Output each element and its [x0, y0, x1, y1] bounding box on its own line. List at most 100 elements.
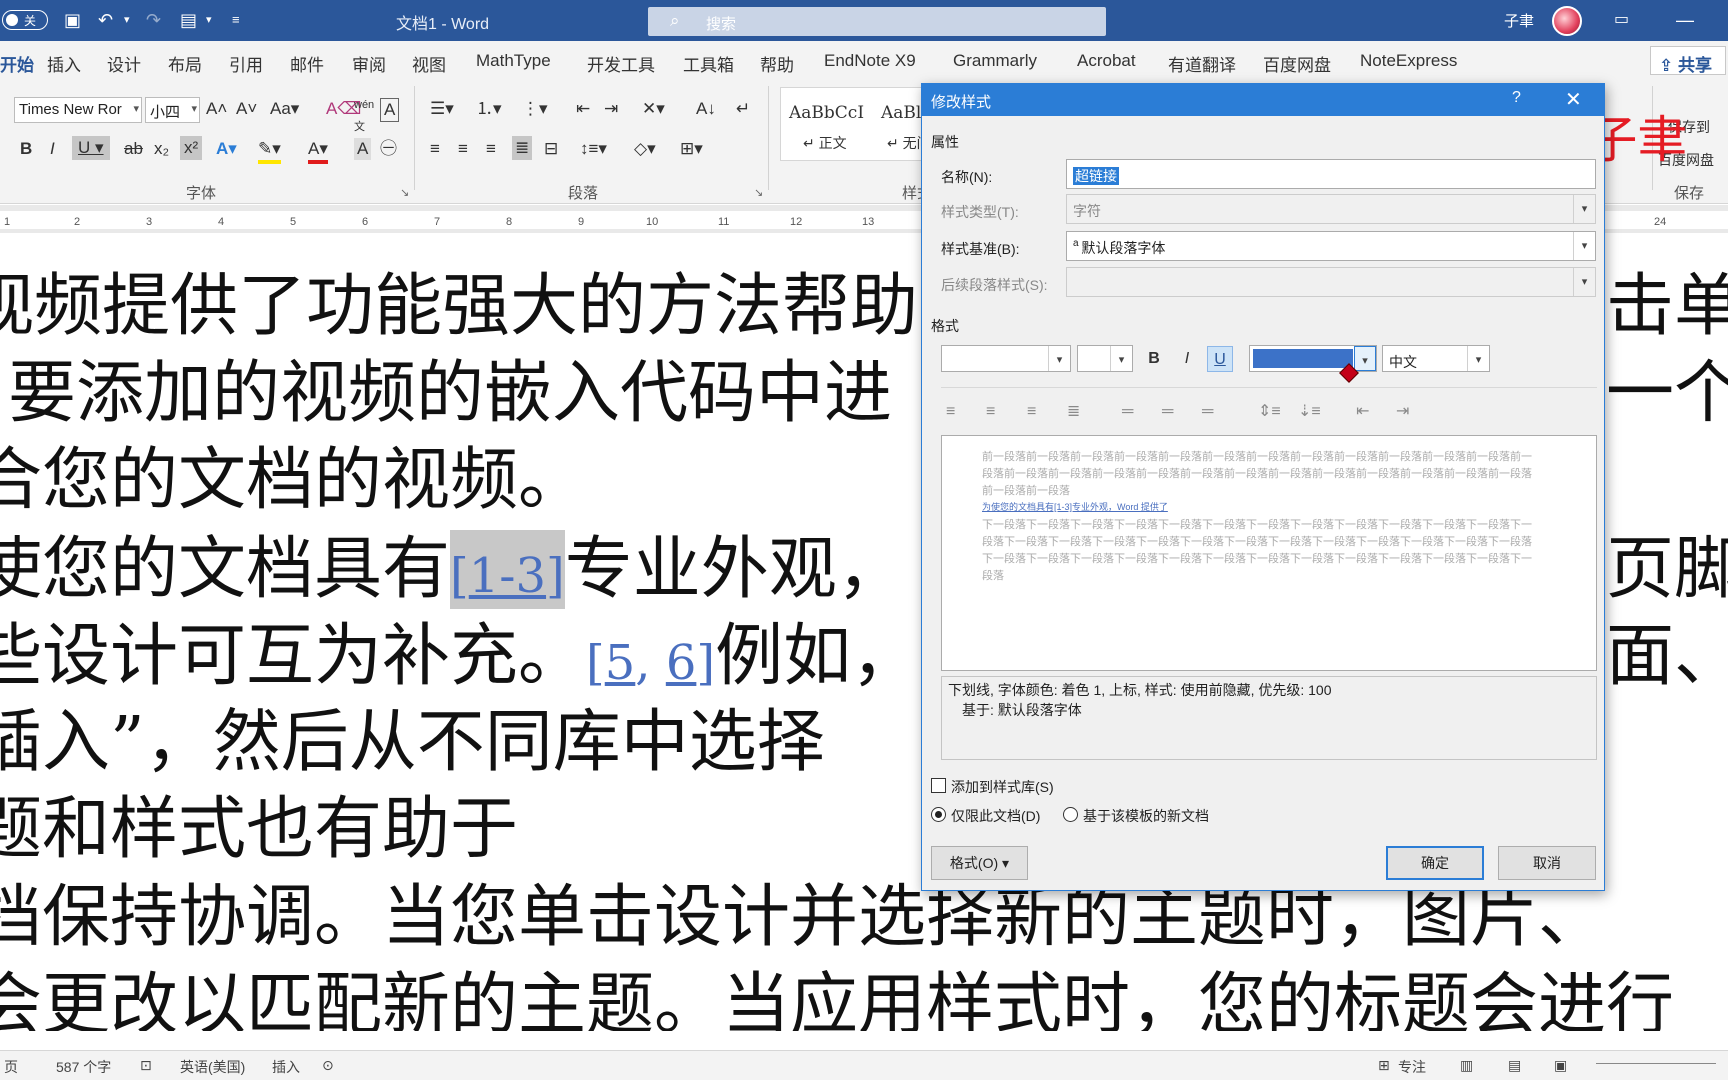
tab-mathtype[interactable]: MathType: [476, 51, 551, 71]
tab-layout[interactable]: 布局: [168, 51, 202, 76]
decrease-spacing-icon[interactable]: ⇣≡: [1298, 401, 1321, 423]
macro-icon[interactable]: ⊙: [322, 1057, 334, 1074]
search-box[interactable]: ⌕ 搜索: [648, 7, 1106, 36]
shrink-font-icon[interactable]: A˅: [236, 98, 257, 120]
char-shading-icon[interactable]: A: [354, 138, 372, 160]
ok-button[interactable]: 确定: [1386, 846, 1484, 880]
style-type-select[interactable]: 字符 ▾: [1066, 194, 1596, 224]
word-count[interactable]: 587 个字: [56, 1057, 111, 1077]
redo-icon[interactable]: ↷: [146, 9, 161, 31]
citation-selected[interactable]: [1-3]: [450, 530, 565, 609]
tab-youdao[interactable]: 有道翻译: [1168, 51, 1236, 76]
chinese-layout-icon[interactable]: ✕▾: [642, 98, 665, 120]
change-case-icon[interactable]: Aa▾: [270, 98, 299, 120]
align-right-icon[interactable]: ≡: [486, 138, 496, 160]
undo-icon[interactable]: ↶: [98, 9, 113, 31]
grow-font-icon[interactable]: A˄: [206, 98, 227, 120]
bold-icon[interactable]: B: [20, 138, 32, 160]
align-center-icon[interactable]: ≡: [458, 138, 468, 160]
user-name[interactable]: 子聿: [1504, 10, 1534, 31]
proofing-icon[interactable]: ⊡: [140, 1057, 152, 1074]
paragraph-dialog-launcher-icon[interactable]: ↘: [754, 182, 763, 204]
borders-icon[interactable]: ⊞▾: [680, 138, 703, 160]
phonetic-guide-icon[interactable]: wén 文: [354, 94, 374, 138]
font-size-combo[interactable]: 小四 ▾: [145, 97, 200, 123]
bold-button[interactable]: B: [1141, 346, 1167, 372]
avatar[interactable]: [1552, 6, 1582, 36]
increase-indent-icon[interactable]: ⇥: [604, 98, 618, 120]
tab-help[interactable]: 帮助: [760, 51, 794, 76]
next-style-select[interactable]: ▾: [1066, 267, 1596, 297]
read-mode-icon[interactable]: ▥: [1460, 1057, 1473, 1074]
only-this-doc-label[interactable]: 仅限此文档(D): [951, 806, 1040, 826]
single-spacing-icon[interactable]: ═: [1122, 401, 1133, 423]
font-color-icon[interactable]: A▾: [308, 138, 328, 164]
enclosed-char-icon[interactable]: ㊀: [380, 138, 397, 160]
style-based-select[interactable]: a 默认段落字体 ▾: [1066, 231, 1596, 261]
citation-link[interactable]: 1-3: [469, 548, 546, 604]
highlight-icon[interactable]: ✎▾: [258, 138, 281, 164]
page-count[interactable]: 页: [4, 1057, 18, 1077]
tab-review[interactable]: 审阅: [352, 51, 386, 76]
insert-mode[interactable]: 插入: [272, 1057, 300, 1077]
increase-spacing-icon[interactable]: ⇕≡: [1258, 401, 1281, 423]
print-layout-icon[interactable]: ▤: [1508, 1057, 1521, 1074]
strikethrough-icon[interactable]: ab: [124, 138, 143, 160]
shading-icon[interactable]: ◇▾: [634, 138, 656, 160]
text-effects-icon[interactable]: A▾: [216, 138, 237, 160]
web-layout-icon[interactable]: ▣: [1554, 1057, 1567, 1074]
name-input[interactable]: 超链接: [1066, 159, 1596, 189]
citation-link[interactable]: 6: [666, 635, 697, 691]
undo-dropdown-icon[interactable]: ▾: [124, 9, 130, 31]
size-select[interactable]: ▾: [1077, 345, 1133, 372]
focus-mode[interactable]: 专注: [1398, 1057, 1426, 1077]
tab-acrobat[interactable]: Acrobat: [1077, 51, 1136, 71]
superscript-icon[interactable]: x²: [180, 136, 203, 160]
tab-references[interactable]: 引用: [229, 51, 263, 76]
style-nospacing-sample[interactable]: AaBl: [881, 102, 921, 124]
zoom-slider[interactable]: [1596, 1063, 1716, 1064]
add-to-gallery-label[interactable]: 添加到样式库(S): [951, 777, 1054, 797]
font-dialog-launcher-icon[interactable]: ↘: [400, 182, 409, 204]
tab-mailings[interactable]: 邮件: [290, 51, 324, 76]
qat-dropdown-icon[interactable]: ▾: [206, 9, 212, 31]
increase-indent-icon[interactable]: ⇥: [1396, 401, 1409, 423]
ribbon-display-icon[interactable]: ▭: [1614, 9, 1629, 31]
bullets-icon[interactable]: ☰▾: [430, 98, 454, 120]
save-icon[interactable]: ▣: [64, 9, 81, 31]
underline-icon[interactable]: U ▾: [72, 136, 110, 160]
numbering-icon[interactable]: ⒈▾: [476, 98, 502, 120]
customize-qat-icon[interactable]: ≡: [232, 9, 240, 31]
tab-insert[interactable]: 插入: [47, 51, 81, 76]
share-button[interactable]: ⇪ 共享: [1650, 46, 1726, 75]
align-center-icon[interactable]: ≡: [986, 401, 995, 423]
justify-icon[interactable]: ≣: [512, 136, 533, 160]
one-half-spacing-icon[interactable]: ═: [1162, 401, 1173, 423]
align-right-icon[interactable]: ≡: [1027, 401, 1036, 423]
underline-button[interactable]: U: [1207, 346, 1233, 372]
autosave-toggle[interactable]: 关: [2, 10, 48, 30]
cancel-button[interactable]: 取消: [1498, 846, 1596, 880]
tab-design[interactable]: 设计: [107, 51, 141, 76]
tab-grammarly[interactable]: Grammarly: [953, 51, 1037, 71]
style-normal-sample[interactable]: AaBbCcI: [789, 102, 864, 124]
document-icon[interactable]: ▤: [180, 9, 197, 31]
new-docs-label[interactable]: 基于该模板的新文档: [1083, 806, 1209, 826]
close-icon[interactable]: ✕: [1565, 87, 1582, 112]
line-spacing-icon[interactable]: ↕≡▾: [580, 138, 607, 160]
format-button[interactable]: 格式(O) ▾: [931, 846, 1028, 880]
only-this-doc-radio[interactable]: [931, 807, 946, 822]
font-color-select[interactable]: ▾: [1249, 345, 1377, 372]
align-left-icon[interactable]: ≡: [430, 138, 440, 160]
align-left-icon[interactable]: ≡: [946, 401, 955, 423]
help-button[interactable]: ?: [1512, 89, 1521, 107]
tab-view[interactable]: 视图: [412, 51, 446, 76]
decrease-indent-icon[interactable]: ⇤: [1356, 401, 1369, 423]
citation-link[interactable]: 5: [605, 635, 636, 691]
justify-icon[interactable]: ≣: [1067, 401, 1080, 423]
language[interactable]: 英语(美国): [180, 1057, 245, 1077]
styles-gallery[interactable]: AaBbCcI ↵ 正文 AaBl ↵ 无间: [780, 87, 931, 161]
language-select[interactable]: 中文 ▾: [1382, 345, 1490, 372]
show-marks-icon[interactable]: ↵: [736, 98, 750, 120]
add-to-gallery-checkbox[interactable]: [931, 778, 946, 793]
